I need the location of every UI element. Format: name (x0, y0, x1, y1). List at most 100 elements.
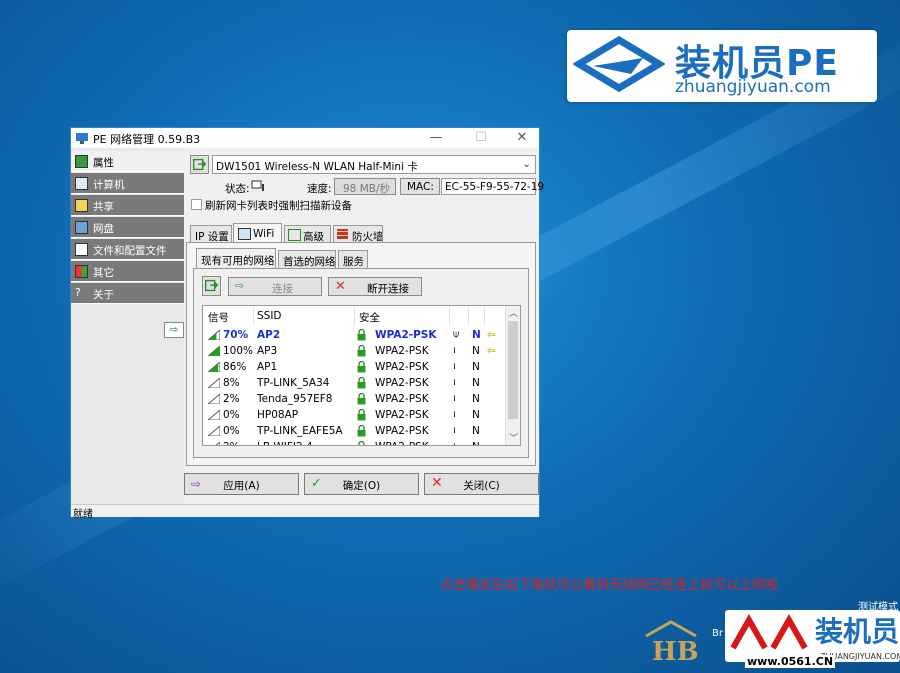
subtab-services[interactable]: 服务 (338, 250, 368, 268)
x-icon: ✕ (335, 279, 346, 294)
table-row[interactable]: 2% LB-WIFI2.4 WPA2-PSK ı N (203, 439, 507, 445)
column-header-ssid: SSID (257, 310, 282, 322)
signal-strength-icon (208, 394, 220, 404)
column-header-signal: 信号 (208, 312, 229, 324)
minimize-button[interactable]: — (421, 128, 451, 148)
scroll-up-icon[interactable]: ︿ (509, 306, 518, 319)
brand-logo: 装机员PE zhuangjiyuan.com (567, 30, 877, 102)
security-value: WPA2-PSK (375, 377, 429, 389)
signal-strength-icon (208, 410, 220, 420)
sidebar-item-about[interactable]: ? 关于 (71, 283, 184, 304)
table-row[interactable]: 100% AP3 WPA2-PSK ı N ⇦ (203, 343, 507, 359)
advanced-icon (288, 229, 301, 241)
watermark-url: www.0561.CN (745, 655, 836, 668)
apply-button-label: 应用(A) (223, 480, 260, 492)
vertical-scrollbar[interactable]: ︿ ﹀ (505, 306, 520, 445)
question-icon: ? (75, 286, 81, 299)
lock-icon (357, 329, 366, 341)
logo-mark-icon (573, 36, 665, 93)
sidebar-item-computer[interactable]: 计算机 (71, 173, 184, 194)
ok-button-label: 确定(O) (342, 480, 381, 492)
sidebar-item-other[interactable]: 其它 (71, 261, 184, 282)
close-window-button[interactable]: ✕ (507, 128, 537, 148)
properties-icon (75, 155, 88, 168)
signal-value: 2% (223, 393, 240, 405)
title-bar[interactable]: PE 网络管理 0.59.B3 — ☐ ✕ (71, 128, 539, 148)
ssid-value: AP3 (257, 345, 278, 357)
app-icon (76, 133, 88, 144)
signal-value: 100% (223, 345, 254, 357)
scrollbar-thumb[interactable] (508, 321, 518, 419)
refresh-checkbox-label: 刷新网卡列表时强制扫描新设备 (205, 200, 352, 212)
sidebar-item-share[interactable]: 共享 (71, 195, 184, 216)
table-row[interactable]: 8% TP-LINK_5A34 WPA2-PSK ı N (203, 375, 507, 391)
maximize-button[interactable]: ☐ (466, 128, 496, 148)
lock-icon (357, 377, 366, 389)
sidebar-item-netdisk[interactable]: 网盘 (71, 217, 184, 238)
sidebar-item-label: 属性 (93, 157, 114, 169)
svg-text:HB: HB (652, 637, 699, 666)
tab-ip-settings[interactable]: IP 设置 (190, 225, 232, 243)
tab-wifi[interactable]: WiFi (233, 223, 282, 243)
table-row[interactable]: 70% AP2 WPA2-PSK ⍦ N ⇦ (203, 327, 507, 343)
table-row[interactable]: 0% TP-LINK_EAFE5A WPA2-PSK ı N (203, 423, 507, 439)
table-row[interactable]: 2% Tenda_957EF8 WPA2-PSK ı N (203, 391, 507, 407)
collapse-arrow-button[interactable]: ⇨ (164, 322, 184, 338)
build-text: Br (712, 628, 723, 639)
disconnect-button[interactable]: ✕ 断开连接 (328, 277, 422, 296)
signal-value: 0% (223, 409, 240, 421)
adapter-select[interactable]: DW1501 Wireless-N WLAN Half-Mini 卡 ⌄ (212, 155, 536, 174)
antenna-icon: ı (453, 441, 456, 445)
sidebar-item-files-profiles[interactable]: 文件和配置文件 (71, 239, 184, 260)
sidebar-item-label: 关于 (93, 289, 114, 301)
lock-icon (358, 441, 365, 445)
refresh-networks-button[interactable] (202, 276, 221, 296)
tab-firewall[interactable]: 防火墙 (333, 225, 383, 243)
ssid-value: Tenda_957EF8 (257, 393, 333, 405)
table-row[interactable]: 0% HP08AP WPA2-PSK ı N (203, 407, 507, 423)
refresh-checkbox[interactable] (191, 199, 202, 210)
ok-button[interactable]: ✓ 确定(O) (304, 473, 419, 495)
status-label: 状态: (225, 183, 250, 195)
ssid-value: AP1 (257, 361, 278, 373)
close-button[interactable]: ✕ 关闭(C) (424, 473, 539, 495)
lock-icon (357, 409, 366, 421)
sidebar-item-label: 其它 (93, 267, 114, 279)
signal-strength-icon (208, 378, 220, 388)
signal-value: 86% (223, 361, 247, 373)
sidebar-item-label: 计算机 (93, 179, 125, 191)
apply-button[interactable]: ⇨ 应用(A) (184, 473, 299, 495)
sidebar-item-properties[interactable]: 属性 (71, 151, 184, 172)
scroll-down-icon[interactable]: ﹀ (509, 431, 518, 444)
adapter-action-button[interactable] (190, 155, 209, 174)
subtab-label: 首选的网络 (283, 256, 336, 268)
signal-strength-icon (208, 346, 220, 356)
ssid-value: TP-LINK_5A34 (257, 377, 330, 389)
mode-flag: N (472, 377, 480, 389)
speed-value: 98 MB/秒 (343, 183, 390, 195)
mac-value: EC-55-F9-55-72-19 (445, 181, 545, 193)
connect-button-label: 连接 (272, 283, 293, 295)
lock-icon (357, 393, 366, 405)
arrow-left-icon: ⇦ (487, 329, 496, 341)
watermark-mark-icon (730, 614, 808, 650)
security-value: WPA2-PSK (375, 425, 429, 437)
speed-label: 速度: (307, 183, 332, 195)
connect-button[interactable]: ⇨ 连接 (228, 277, 322, 296)
tab-advanced[interactable]: 高级 (284, 225, 331, 243)
subtab-available-networks[interactable]: 现有可用的网络 (196, 248, 276, 268)
windows-logo-icon (75, 265, 88, 278)
computer-icon (75, 177, 88, 190)
mac-field[interactable]: EC-55-F9-55-72-19 (441, 178, 544, 195)
table-row[interactable]: 86% AP1 WPA2-PSK ı N (203, 359, 507, 375)
security-value: WPA2-PSK (375, 409, 429, 421)
signal-strength-icon (215, 442, 220, 445)
export-arrow-icon (193, 158, 207, 171)
subtab-preferred-networks[interactable]: 首选的网络 (278, 250, 336, 268)
arrow-right-icon: ⇨ (235, 280, 244, 292)
antenna-icon: ı (453, 409, 456, 420)
monitor-icon (238, 228, 251, 240)
networks-list[interactable]: 信号 SSID 安全 70% AP2 WPA2-PSK ⍦ N ⇦ 100% AP3 WPA2-… (202, 305, 521, 446)
ssid-value: TP-LINK_EAFE5A (257, 425, 343, 437)
antenna-icon: ı (453, 393, 456, 404)
